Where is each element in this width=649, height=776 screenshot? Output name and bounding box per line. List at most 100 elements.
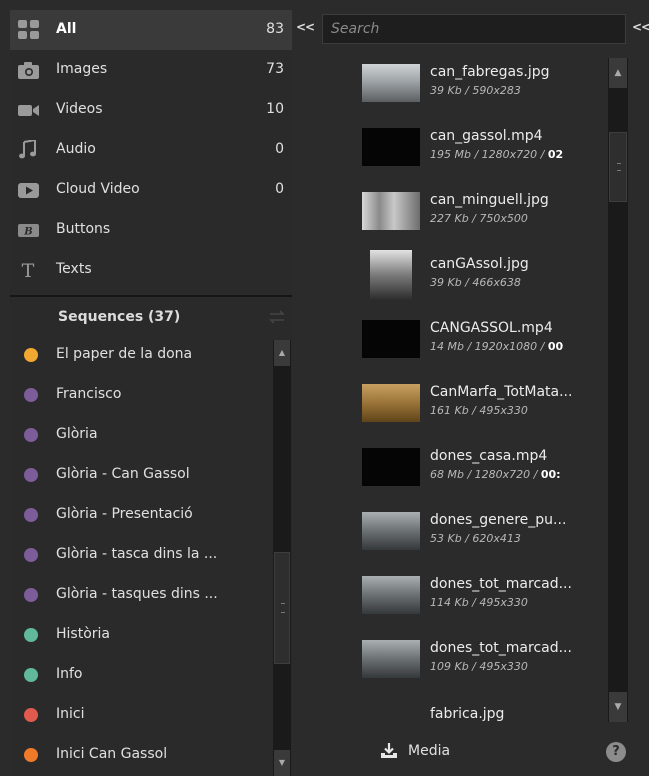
sequences-title: Sequences (37) bbox=[58, 309, 181, 325]
category-videos[interactable]: Videos 10 bbox=[10, 90, 292, 130]
media-item[interactable]: fabrica.jpg bbox=[322, 690, 608, 722]
category-texts[interactable]: T Texts bbox=[10, 250, 292, 290]
sequence-label: Francisco bbox=[56, 386, 122, 402]
scroll-thumb[interactable] bbox=[609, 132, 627, 202]
media-button-label: Media bbox=[408, 743, 451, 759]
media-duration: 02 bbox=[547, 148, 564, 161]
category-label: Images bbox=[56, 61, 108, 77]
search-box bbox=[322, 14, 626, 44]
sequence-item[interactable]: Glòria - tasques dins ... bbox=[10, 575, 272, 615]
media-name: dones_genere_pu... bbox=[430, 512, 567, 528]
collapse-right-button[interactable]: << bbox=[632, 20, 649, 34]
sequence-color-dot bbox=[24, 548, 38, 562]
media-thumbnail bbox=[362, 576, 420, 614]
sequence-item[interactable]: El paper de la dona bbox=[10, 335, 272, 375]
media-duration: 00: bbox=[540, 468, 561, 481]
grid-icon bbox=[18, 20, 40, 40]
sequence-label: Inici Can Gassol bbox=[56, 746, 168, 762]
search-input[interactable] bbox=[323, 15, 625, 43]
scroll-thumb[interactable] bbox=[274, 552, 290, 664]
media-name: can_fabregas.jpg bbox=[430, 64, 550, 80]
sequence-color-dot bbox=[24, 668, 38, 682]
category-cloud-video[interactable]: Cloud Video 0 bbox=[10, 170, 292, 210]
scroll-down-icon[interactable]: ▼ bbox=[274, 750, 290, 776]
media-thumbnail bbox=[362, 128, 420, 166]
media-list: can_fabregas.jpg 39 Kb / 590x283 can_gas… bbox=[322, 50, 608, 722]
media-item[interactable]: CanMarfa_TotMata... 161 Kb / 495x330 bbox=[322, 370, 608, 434]
media-thumbnail bbox=[362, 640, 420, 678]
sort-icon[interactable] bbox=[268, 309, 286, 325]
sequence-color-dot bbox=[24, 748, 38, 762]
scroll-down-icon[interactable]: ▼ bbox=[609, 692, 627, 722]
sequence-color-dot bbox=[24, 348, 38, 362]
category-all[interactable]: All 83 bbox=[10, 10, 292, 50]
category-images[interactable]: Images 73 bbox=[10, 50, 292, 90]
sequence-item[interactable]: Inici bbox=[10, 695, 272, 735]
media-item[interactable]: dones_casa.mp4 68 Mb / 1280x720 / 00: bbox=[322, 434, 608, 498]
media-meta-text: 227 Kb / 750x500 bbox=[430, 212, 528, 225]
category-count: 0 bbox=[275, 141, 284, 157]
category-buttons[interactable]: B Buttons bbox=[10, 210, 292, 250]
media-name: CanMarfa_TotMata... bbox=[430, 384, 573, 400]
media-name: dones_tot_marcad... bbox=[430, 640, 572, 656]
media-item[interactable]: can_gassol.mp4 195 Mb / 1280x720 / 02 bbox=[322, 114, 608, 178]
media-item[interactable]: dones_tot_marcad... 109 Kb / 495x330 bbox=[322, 626, 608, 690]
category-audio[interactable]: Audio 0 bbox=[10, 130, 292, 170]
sequence-item[interactable]: Glòria - tasca dins la ... bbox=[10, 535, 272, 575]
sequence-label: Glòria - Can Gassol bbox=[56, 466, 190, 482]
sequence-item[interactable]: Inici Can Gassol bbox=[10, 735, 272, 775]
category-label: All bbox=[56, 21, 77, 37]
media-item[interactable]: can_fabregas.jpg 39 Kb / 590x283 bbox=[322, 50, 608, 114]
sequence-color-dot bbox=[24, 428, 38, 442]
sequence-color-dot bbox=[24, 468, 38, 482]
media-name: can_minguell.jpg bbox=[430, 192, 549, 208]
media-thumbnail bbox=[362, 512, 420, 550]
sequence-item[interactable]: Francisco bbox=[10, 375, 272, 415]
sequences-scrollbar[interactable]: ▲ ▼ bbox=[273, 340, 291, 776]
media-scrollbar[interactable]: ▲ ▼ bbox=[608, 58, 628, 722]
media-item[interactable]: CANGASSOL.mp4 14 Mb / 1920x1080 / 00 bbox=[322, 306, 608, 370]
media-thumbnail bbox=[362, 448, 420, 486]
scroll-up-icon[interactable]: ▲ bbox=[274, 340, 290, 366]
svg-text:T: T bbox=[22, 260, 35, 280]
media-thumbnail bbox=[370, 250, 412, 300]
collapse-left-button[interactable]: << bbox=[296, 20, 315, 34]
music-note-icon bbox=[18, 138, 40, 160]
media-meta: 53 Kb / 620x413 bbox=[430, 532, 521, 545]
media-meta-text: 53 Kb / 620x413 bbox=[430, 532, 521, 545]
sequence-label: Glòria - tasca dins la ... bbox=[56, 546, 218, 562]
media-item[interactable]: dones_genere_pu... 53 Kb / 620x413 bbox=[322, 498, 608, 562]
sequence-color-dot bbox=[24, 588, 38, 602]
sequence-item[interactable]: Glòria - Presentació bbox=[10, 495, 272, 535]
media-meta-text: 14 Mb / 1920x1080 / bbox=[430, 340, 548, 353]
media-meta: 195 Mb / 1280x720 / 02 bbox=[430, 148, 563, 161]
media-meta: 227 Kb / 750x500 bbox=[430, 212, 528, 225]
media-meta-text: 39 Kb / 590x283 bbox=[430, 84, 521, 97]
media-name: dones_casa.mp4 bbox=[430, 448, 548, 464]
download-icon bbox=[380, 742, 398, 760]
camera-icon bbox=[18, 60, 40, 80]
sequence-label: Glòria - Presentació bbox=[56, 506, 193, 522]
video-camera-icon bbox=[18, 100, 40, 120]
scroll-up-icon[interactable]: ▲ bbox=[609, 58, 627, 88]
media-meta: 39 Kb / 466x638 bbox=[430, 276, 521, 289]
upload-media-button[interactable]: Media bbox=[380, 740, 450, 762]
sequence-item[interactable]: Història bbox=[10, 615, 272, 655]
sequence-item[interactable]: Info bbox=[10, 655, 272, 695]
media-item[interactable]: can_minguell.jpg 227 Kb / 750x500 bbox=[322, 178, 608, 242]
grip-icon bbox=[281, 603, 285, 613]
media-item[interactable]: dones_tot_marcad... 114 Kb / 495x330 bbox=[322, 562, 608, 626]
grip-icon bbox=[617, 163, 621, 171]
play-icon bbox=[18, 180, 40, 200]
media-meta: 109 Kb / 495x330 bbox=[430, 660, 528, 673]
help-icon[interactable]: ? bbox=[606, 742, 626, 762]
sequence-item[interactable]: Glòria bbox=[10, 415, 272, 455]
media-item[interactable]: canGAssol.jpg 39 Kb / 466x638 bbox=[322, 242, 608, 306]
media-name: CANGASSOL.mp4 bbox=[430, 320, 553, 336]
media-meta-text: 161 Kb / 495x330 bbox=[430, 404, 528, 417]
sequence-item[interactable]: Glòria - Can Gassol bbox=[10, 455, 272, 495]
media-thumbnail bbox=[362, 192, 420, 230]
text-icon: T bbox=[18, 260, 40, 282]
media-meta-text: 109 Kb / 495x330 bbox=[430, 660, 528, 673]
sequence-label: Inici bbox=[56, 706, 85, 722]
